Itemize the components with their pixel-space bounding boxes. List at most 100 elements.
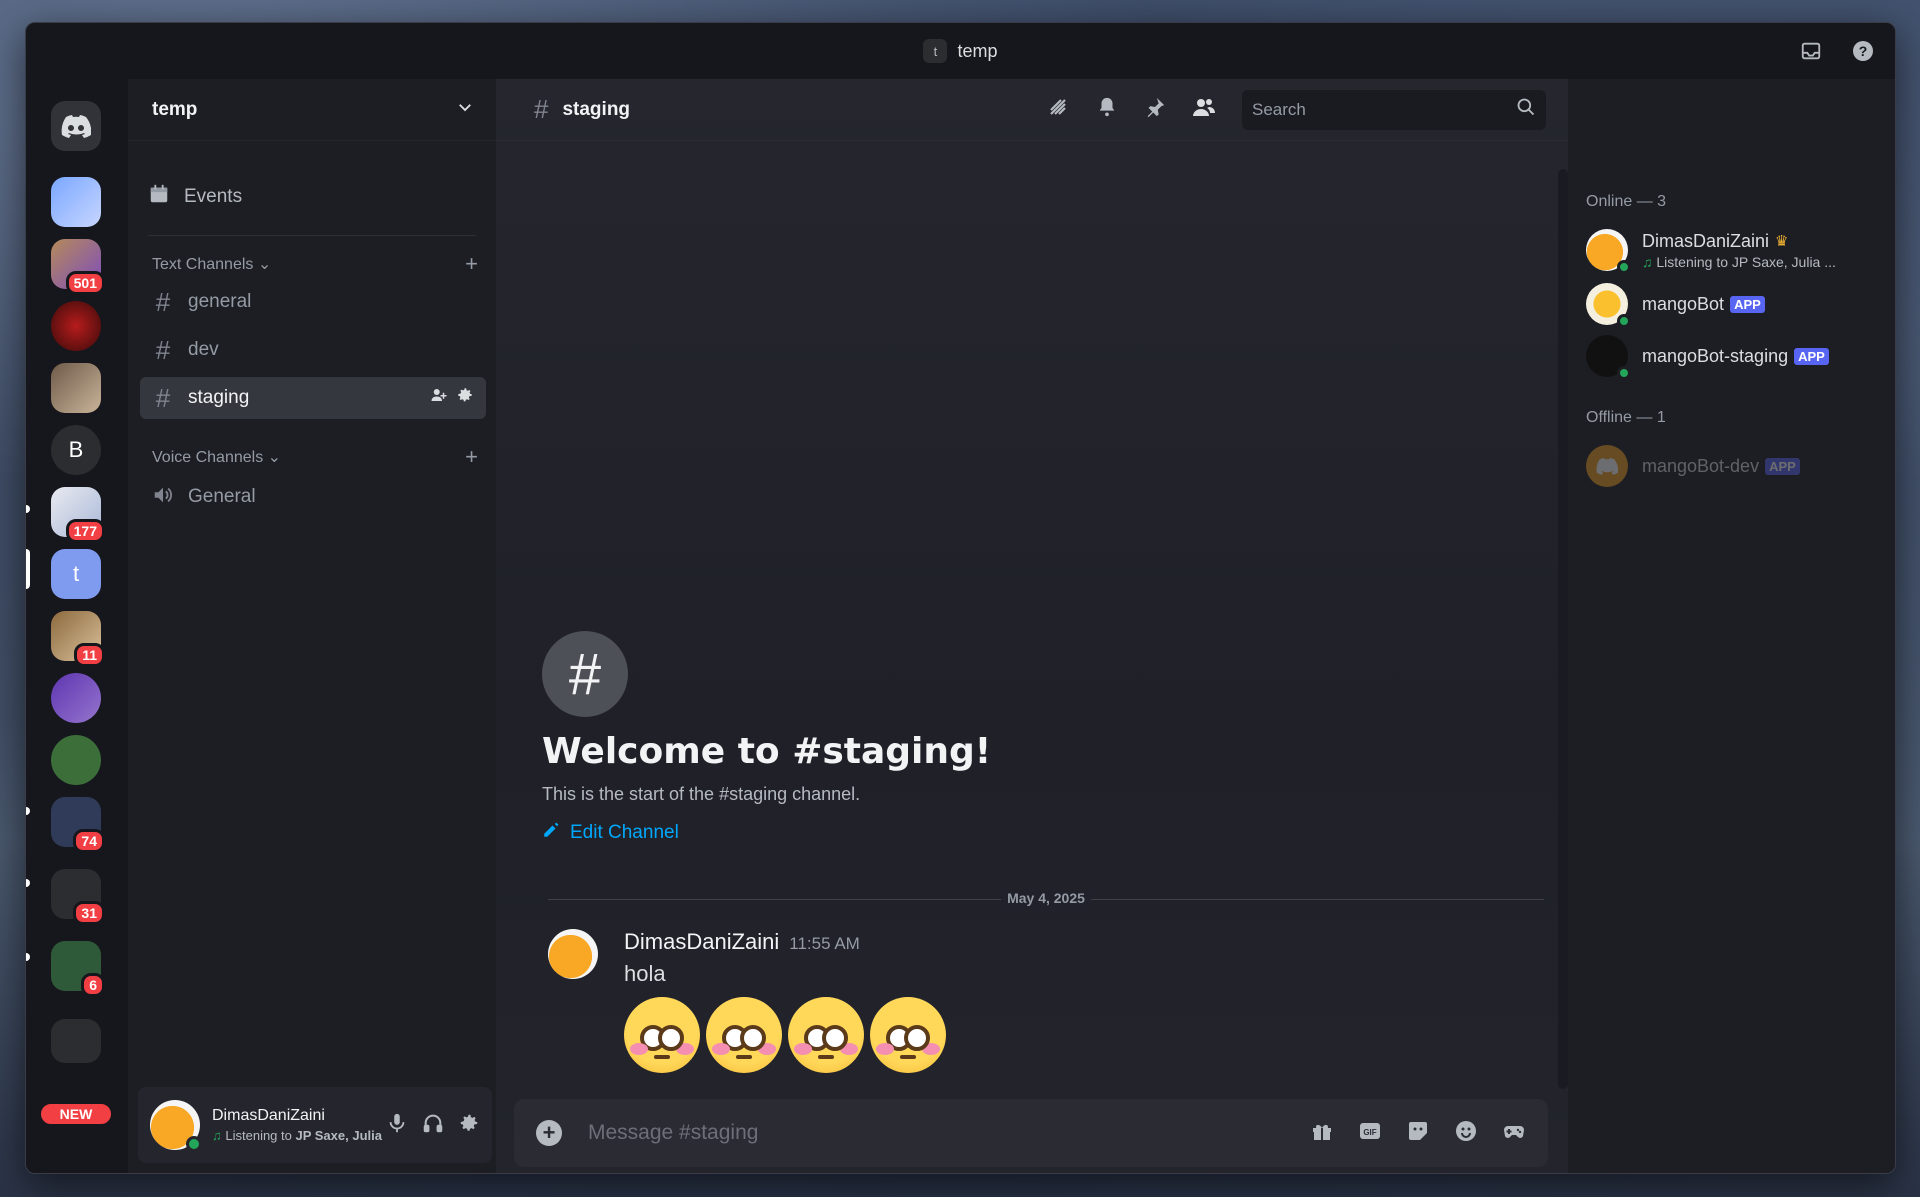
user-panel[interactable]: DimasDaniZaini ♫ Listening to JP Saxe, J… [138, 1087, 492, 1163]
new-badge[interactable]: NEW [38, 1101, 114, 1127]
folder-pill [26, 879, 30, 887]
member-item[interactable]: mangoBot APP [1586, 279, 1886, 329]
gear-icon[interactable] [456, 386, 474, 410]
server-icon-temp[interactable]: t [51, 549, 101, 599]
threads-icon[interactable] [1046, 95, 1070, 125]
server-icon-5[interactable]: 177 [51, 487, 105, 543]
scrollbar[interactable] [1558, 169, 1568, 1089]
music-note-icon: ♫ [1642, 253, 1653, 270]
unread-badge: 74 [73, 829, 105, 853]
member-list-icon[interactable] [1192, 95, 1216, 125]
server-icon-b[interactable]: B [51, 425, 101, 475]
category-voice-channels[interactable]: Voice Channels ⌄ + [152, 444, 478, 470]
folder-pill [26, 807, 30, 815]
member-item[interactable]: mangoBot-dev APP [1586, 441, 1886, 491]
channel-general[interactable]: # general [140, 281, 486, 323]
server-icon-6[interactable]: 11 [51, 611, 105, 667]
hash-icon: # [155, 334, 171, 365]
voice-channel-general[interactable]: General [140, 476, 486, 518]
channel-staging[interactable]: # staging [140, 377, 486, 419]
speaker-icon [152, 482, 174, 513]
server-icon-elite-team[interactable] [51, 673, 101, 723]
guild-header[interactable]: temp [128, 79, 496, 141]
selected-server-pill [26, 549, 30, 589]
pin-icon[interactable] [1144, 96, 1166, 124]
message-composer[interactable]: + Message #staging GIF [514, 1099, 1548, 1167]
activity-prefix: Listening to [225, 1128, 296, 1143]
avatar[interactable] [548, 929, 598, 979]
music-note-icon: ♫ [212, 1128, 222, 1143]
emoji-picker-icon[interactable] [1454, 1119, 1478, 1148]
flushed-emoji-icon[interactable] [870, 997, 946, 1073]
discord-logo-icon [61, 115, 91, 138]
server-letter-t: t [72, 561, 80, 586]
server-icon-1[interactable] [51, 177, 101, 227]
invite-icon[interactable] [430, 386, 448, 410]
inbox-icon[interactable] [1797, 37, 1825, 65]
microphone-icon[interactable] [386, 1112, 408, 1139]
add-channel-icon[interactable]: + [465, 444, 478, 470]
avatar [1586, 445, 1628, 487]
category-label: Voice Channels [152, 449, 264, 466]
channel-label: general [188, 291, 252, 312]
gamepad-icon[interactable] [1502, 1119, 1526, 1148]
flushed-emoji-icon[interactable] [706, 997, 782, 1073]
category-text-channels[interactable]: Text Channels ⌄ + [152, 251, 478, 277]
unread-badge: 177 [65, 519, 105, 543]
member-name: mangoBot [1642, 293, 1725, 314]
server-icon-pepe[interactable] [51, 735, 101, 785]
guild-name: temp [152, 98, 198, 120]
edit-channel-link[interactable]: Edit Channel [542, 821, 991, 845]
server-folder-4[interactable] [51, 1019, 101, 1063]
calendar-icon [148, 183, 170, 211]
activity-artist: JP Saxe, Julia M... [295, 1128, 386, 1143]
online-status-dot [1617, 366, 1631, 380]
svg-text:GIF: GIF [1363, 1128, 1376, 1137]
gif-icon[interactable]: GIF [1358, 1119, 1382, 1148]
add-attachment-icon[interactable]: + [536, 1120, 562, 1146]
avatar [1586, 335, 1631, 380]
events-row[interactable]: Events [148, 177, 476, 217]
server-icon-4[interactable] [51, 363, 101, 413]
message-text: hola [624, 961, 666, 986]
app-tag: APP [1730, 295, 1765, 313]
offline-section-title: Offline — 1 [1586, 409, 1666, 426]
app-tag: APP [1765, 457, 1800, 475]
headphones-icon[interactable] [422, 1112, 444, 1139]
member-item[interactable]: mangoBot-staging APP [1586, 331, 1886, 381]
message-author[interactable]: DimasDaniZaini [624, 929, 779, 955]
search-placeholder: Search [1252, 99, 1306, 119]
welcome-subtitle: This is the start of the #staging channe… [542, 784, 861, 804]
channel-dev[interactable]: # dev [140, 329, 486, 371]
chevron-down-icon [456, 98, 474, 122]
welcome-title: Welcome to #staging! [542, 731, 992, 772]
add-channel-icon[interactable]: + [465, 251, 478, 277]
settings-gear-icon[interactable] [458, 1112, 480, 1139]
channel-label: staging [188, 387, 250, 408]
member-item[interactable]: DimasDaniZaini ♛ ♫ Listening to JP Saxe,… [1586, 225, 1886, 275]
avatar[interactable] [150, 1100, 202, 1152]
help-icon[interactable]: ? [1849, 37, 1877, 65]
unread-pill [26, 505, 30, 513]
server-icon-2[interactable]: 501 [51, 239, 105, 295]
member-name: DimasDaniZaini [1642, 230, 1770, 251]
server-folder-2[interactable]: 31 [51, 869, 105, 925]
crown-icon: ♛ [1775, 233, 1789, 250]
discord-logo-icon [1596, 457, 1618, 475]
server-letter-b: B [68, 437, 84, 462]
gift-icon[interactable] [1310, 1119, 1334, 1148]
sticker-icon[interactable] [1406, 1119, 1430, 1148]
server-folder-3[interactable]: 6 [51, 941, 105, 997]
server-icon-3[interactable] [51, 301, 101, 351]
member-name: mangoBot-dev [1642, 455, 1760, 476]
discord-home-button[interactable] [51, 101, 101, 151]
bell-icon[interactable] [1096, 96, 1118, 124]
server-folder-1[interactable]: 74 [51, 797, 105, 853]
unread-badge: 11 [74, 643, 105, 667]
search-input[interactable]: Search [1242, 89, 1546, 130]
events-label: Events [184, 186, 243, 207]
emoji-row [624, 997, 946, 1073]
flushed-emoji-icon[interactable] [624, 997, 700, 1073]
flushed-emoji-icon[interactable] [788, 997, 864, 1073]
unread-badge: 6 [81, 973, 105, 997]
